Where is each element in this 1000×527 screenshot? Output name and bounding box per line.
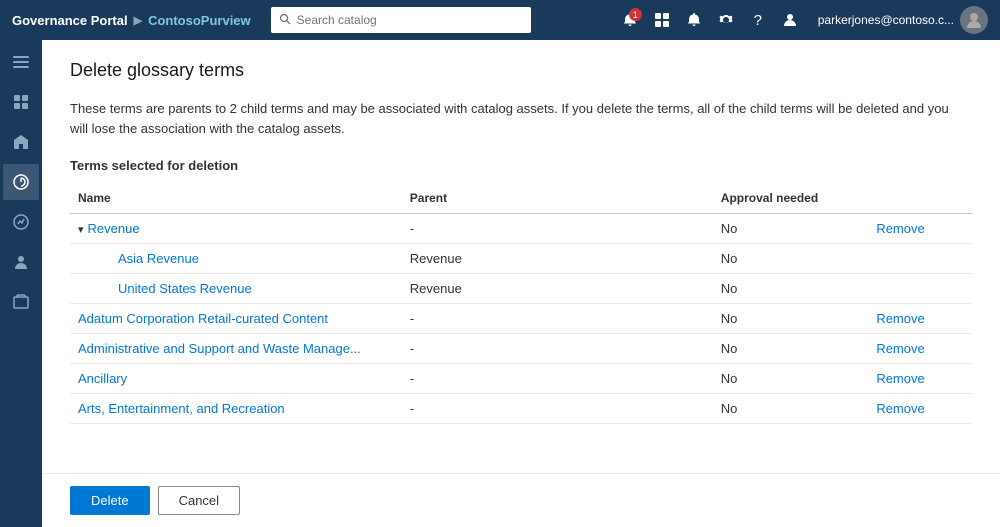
term-action[interactable]: Remove (868, 394, 972, 424)
search-icon (279, 13, 291, 28)
term-parent: - (402, 394, 713, 424)
term-parent: - (402, 364, 713, 394)
nav-chevron: ▶ (134, 14, 142, 27)
term-approval: No (713, 244, 869, 274)
username-label: parkerjones@contoso.c... (818, 13, 954, 27)
purview-label: ContosoPurview (148, 13, 251, 28)
user-info[interactable]: parkerjones@contoso.c... (818, 6, 988, 34)
term-approval: No (713, 214, 869, 244)
sidebar-toggle-button[interactable] (3, 48, 39, 76)
term-parent: Revenue (402, 274, 713, 304)
notification-bell-button[interactable]: 1 (616, 6, 644, 34)
delete-button[interactable]: Delete (70, 486, 150, 515)
sidebar (0, 40, 42, 527)
remove-term-button[interactable]: Remove (876, 341, 924, 356)
content-area: Delete glossary terms These terms are pa… (42, 40, 1000, 527)
term-parent: - (402, 304, 713, 334)
governance-portal-label: Governance Portal (12, 13, 128, 28)
footer: Delete Cancel (42, 473, 1000, 527)
search-box[interactable] (271, 7, 531, 33)
term-action[interactable]: Remove (868, 214, 972, 244)
term-parent: - (402, 334, 713, 364)
term-parent: Revenue (402, 244, 713, 274)
sidebar-item-insights[interactable] (3, 204, 39, 240)
section-title: Terms selected for deletion (70, 158, 972, 173)
term-parent: - (402, 214, 713, 244)
term-name-link[interactable]: Arts, Entertainment, and Recreation (78, 401, 285, 416)
top-navigation: Governance Portal ▶ ContosoPurview 1 (0, 0, 1000, 40)
column-header-approval: Approval needed (713, 185, 869, 214)
main-layout: Delete glossary terms These terms are pa… (0, 40, 1000, 527)
warning-message: These terms are parents to 2 child terms… (70, 99, 950, 138)
sidebar-item-glossary[interactable] (3, 164, 39, 200)
term-action[interactable]: Remove (868, 364, 972, 394)
terms-table: Name Parent Approval needed ▾Revenue-NoR… (70, 185, 972, 424)
term-approval: No (713, 274, 869, 304)
page-content: Delete glossary terms These terms are pa… (42, 40, 1000, 473)
avatar (960, 6, 988, 34)
table-row: United States Revenue RevenueNo (70, 274, 972, 304)
column-header-name: Name (70, 185, 402, 214)
topnav-icon-group: 1 ? (616, 6, 804, 34)
term-action (868, 244, 972, 274)
sidebar-item-catalog[interactable] (3, 124, 39, 160)
table-row: Ancillary -No Remove (70, 364, 972, 394)
term-approval: No (713, 334, 869, 364)
column-header-parent: Parent (402, 185, 713, 214)
notification-badge: 1 (629, 8, 642, 21)
term-name-link[interactable]: Adatum Corporation Retail-curated Conten… (78, 311, 328, 326)
alert-bell-button[interactable] (680, 6, 708, 34)
column-header-action (868, 185, 972, 214)
term-name-link[interactable]: Administrative and Support and Waste Man… (78, 341, 361, 356)
table-row: ▾ Revenue -No Remove (70, 214, 972, 244)
remove-term-button[interactable]: Remove (876, 401, 924, 416)
term-name-link[interactable]: Revenue (88, 221, 140, 236)
sidebar-item-manage[interactable] (3, 244, 39, 280)
sidebar-item-home[interactable] (3, 84, 39, 120)
term-action[interactable]: Remove (868, 304, 972, 334)
help-icon-button[interactable]: ? (744, 6, 772, 34)
term-approval: No (713, 304, 869, 334)
term-action (868, 274, 972, 304)
remove-term-button[interactable]: Remove (876, 311, 924, 326)
search-input[interactable] (297, 13, 523, 27)
table-row: Adatum Corporation Retail-curated Conten… (70, 304, 972, 334)
sidebar-item-collection[interactable] (3, 284, 39, 320)
table-row: Arts, Entertainment, and Recreation -No Re… (70, 394, 972, 424)
table-row: Administrative and Support and Waste Man… (70, 334, 972, 364)
term-action[interactable]: Remove (868, 334, 972, 364)
term-name-link[interactable]: United States Revenue (118, 281, 252, 296)
chevron-icon[interactable]: ▾ (78, 224, 84, 236)
term-approval: No (713, 394, 869, 424)
layout-icon-button[interactable] (648, 6, 676, 34)
term-name-link[interactable]: Ancillary (78, 371, 127, 386)
term-name-link[interactable]: Asia Revenue (118, 251, 199, 266)
brand-name[interactable]: Governance Portal ▶ ContosoPurview (12, 13, 251, 28)
person-icon-button[interactable] (776, 6, 804, 34)
page-title: Delete glossary terms (70, 60, 972, 81)
term-approval: No (713, 364, 869, 394)
cancel-button[interactable]: Cancel (158, 486, 240, 515)
settings-icon-button[interactable] (712, 6, 740, 34)
remove-term-button[interactable]: Remove (876, 221, 924, 236)
table-row: Asia Revenue RevenueNo (70, 244, 972, 274)
remove-term-button[interactable]: Remove (876, 371, 924, 386)
